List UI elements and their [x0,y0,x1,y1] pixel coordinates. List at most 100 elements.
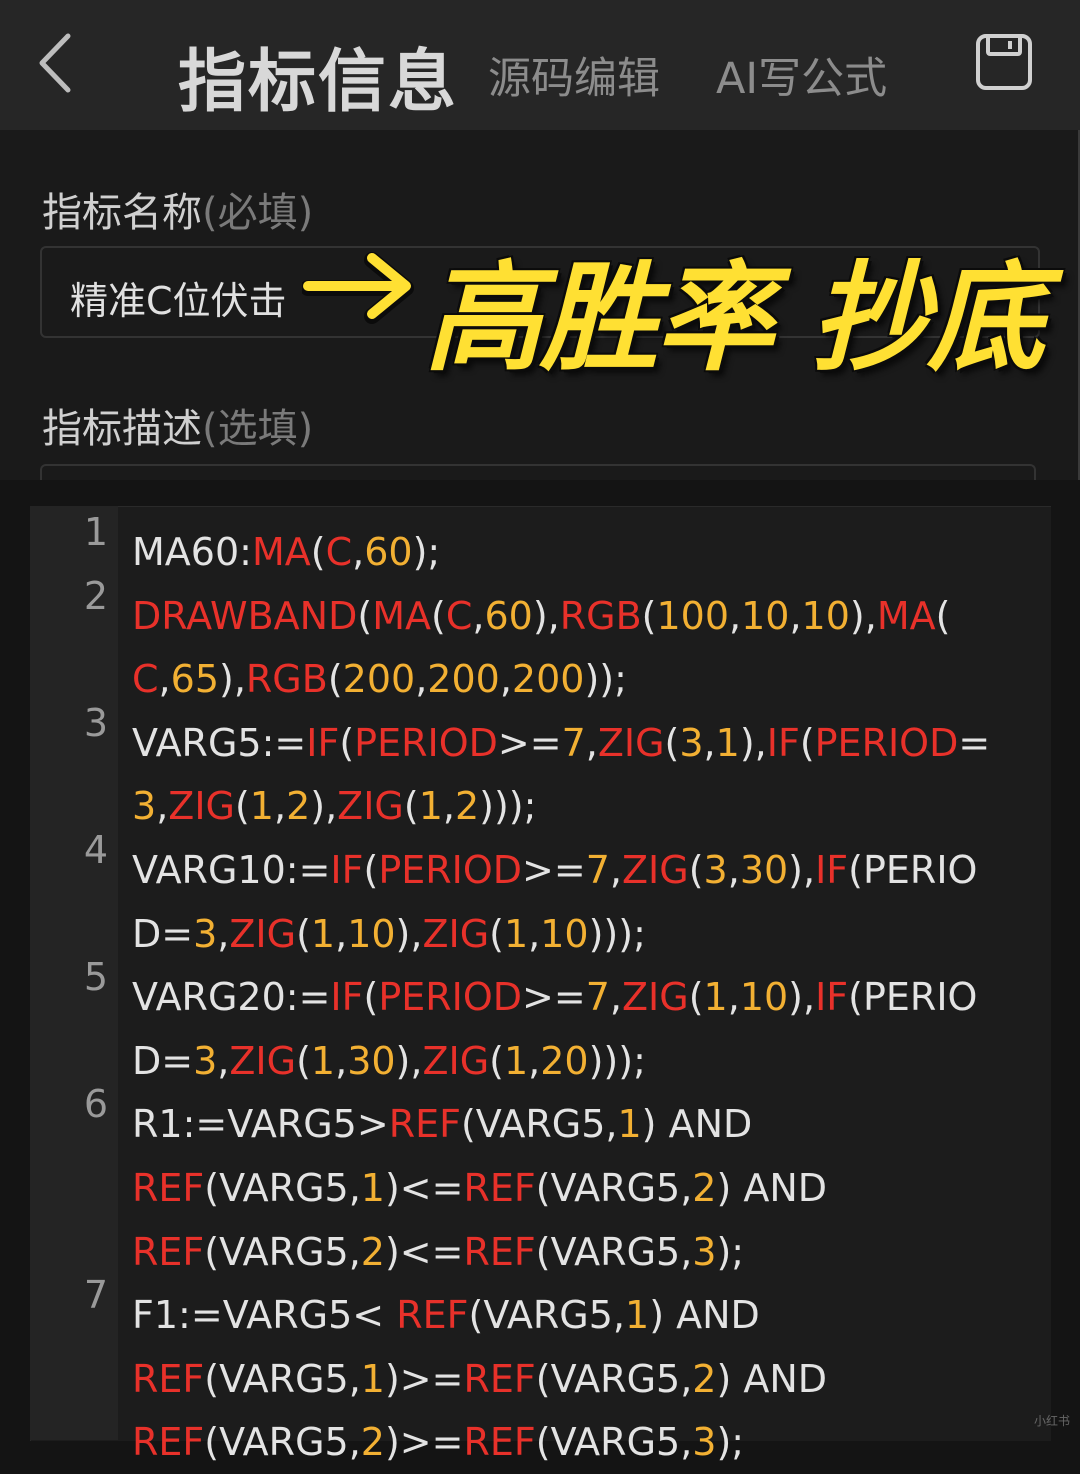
code-token: ( [363,848,379,892]
code-token: VARG5 [219,1229,349,1274]
line-number: 6 [83,1082,108,1127]
name-field-label: 指标名称(必填) [42,180,313,238]
name-label-text: 指标名称 [42,190,202,236]
code-token: , [609,848,623,892]
code-token: ( [327,657,343,702]
code-token: ) [716,1166,744,1210]
code-token: ( [357,593,373,638]
code-token: 7 [585,848,610,892]
code-token: VARG5 [222,1293,353,1338]
code-line[interactable]: REF(VARG5,1)<=REF(VARG5,2) AND [0,1156,1080,1220]
code-token: ) [641,1102,669,1147]
code-token: ))); [588,911,646,956]
code-token: ); [716,1420,745,1465]
code-token: ( [310,530,326,574]
name-required-hint: (必填) [202,190,314,236]
code-text: D=3,ZIG(1,30),ZIG(1,20))); [132,1029,646,1093]
code-token: 3 [679,720,704,765]
code-token: VARG5 [219,1420,349,1465]
line-number: 1 [83,510,108,554]
code-line[interactable]: C,65),RGB(200,200,200)); [0,647,1080,711]
code-token: AND [668,1102,753,1147]
code-token: IF [815,975,849,1020]
code-line[interactable]: REF(VARG5,2)<=REF(VARG5,3); [0,1220,1080,1284]
code-token: > [356,1102,389,1147]
indicator-description-input[interactable] [40,464,1036,480]
code-line[interactable]: D=3,ZIG(1,30),ZIG(1,20))); [0,1029,1080,1093]
code-token: ), [788,848,816,892]
code-token: , [680,1229,693,1274]
code-text: VARG10:=IF(PERIOD>=7,ZIG(3,30),IF(PERIO [132,838,977,902]
code-token: MA60 [132,530,240,574]
code-token: VARG5 [550,1166,681,1210]
code-line[interactable]: 6 R1:=VARG5>REF(VARG5,1) AND [0,1082,1080,1156]
code-token: 200 [511,657,585,702]
code-line[interactable]: REF(VARG5,1)>=REF(VARG5,2) AND [0,1347,1080,1411]
code-token: IF [330,848,364,892]
code-token: , [415,657,428,702]
code-token: REF [463,1356,536,1401]
chevron-left-icon[interactable] [30,28,90,98]
code-token: C [445,593,473,638]
code-token: , [612,1293,626,1338]
tab-source-edit[interactable]: 源码编辑 [488,44,660,106]
code-token: ), [395,1038,423,1083]
code-token: VARG5 [219,1356,349,1401]
code-token: , [729,593,742,638]
code-token: 10 [801,593,850,638]
code-token: : [239,530,252,574]
code-token: := [285,975,331,1020]
code-token: >= [522,975,586,1020]
code-line[interactable]: REF(VARG5,2)>=REF(VARG5,3); [0,1410,1080,1474]
code-token: ), [849,593,877,638]
code-token: 3 [692,1420,717,1465]
code-token: RGB [559,593,642,638]
code-token: 10 [741,593,790,638]
code-token: 1 [418,784,443,829]
code-token: = [958,720,991,765]
line-number: 5 [83,955,108,1000]
code-token: ( [848,975,863,1020]
code-token: REF [463,1420,536,1465]
code-line[interactable]: 5 VARG20:=IF(PERIOD>=7,ZIG(1,10),IF(PERIO [0,955,1080,1029]
code-token: , [352,530,365,574]
code-text: D=3,ZIG(1,10),ZIG(1,10))); [132,902,646,966]
code-token: ( [296,1038,311,1083]
code-line[interactable]: 4 VARG10:=IF(PERIOD>=7,ZIG(3,30),IF(PERIO [0,828,1080,902]
code-token: ( [204,1420,220,1465]
code-line[interactable]: 3,ZIG(1,2),ZIG(1,2))); [0,774,1080,838]
code-text: REF(VARG5,1)<=REF(VARG5,2) AND [132,1156,827,1220]
code-line[interactable]: D=3,ZIG(1,10),ZIG(1,10))); [0,902,1080,966]
code-token: , [348,1229,361,1274]
code-token: , [680,1420,693,1465]
code-token: IF [766,720,800,765]
code-token: , [156,784,169,829]
code-token: VARG10 [132,848,286,892]
code-line[interactable]: 2 DRAWBAND(MA(C,60),RGB(100,10,10),MA( [0,574,1080,648]
code-token: D [132,1038,162,1083]
code-token: ( [935,593,951,638]
code-text: REF(VARG5,1)>=REF(VARG5,2) AND [132,1347,827,1411]
code-token: ( [535,1229,551,1274]
code-token: VARG20 [132,975,286,1020]
code-token: , [609,975,623,1020]
overlay-caption: 高胜率 抄底 [424,249,1045,387]
code-token: , [528,911,541,956]
code-token: , [335,1038,348,1083]
code-line[interactable]: 1 MA60:MA(C,60); [0,510,1080,584]
tab-ai-formula[interactable]: AI写公式 [716,44,887,106]
code-token: := [182,1102,228,1147]
code-token: ( [535,1166,551,1210]
code-token: R1 [132,1102,183,1147]
save-icon[interactable] [974,32,1034,92]
code-line[interactable]: 7 F1:=VARG5< REF(VARG5,1) AND [0,1273,1080,1347]
code-token: , [472,593,485,638]
line-number: 3 [83,700,108,745]
top-bar: 指标信息 源码编辑 AI写公式 [0,0,1080,130]
code-token: 3 [692,1229,717,1274]
code-token: ), [532,593,560,638]
code-token: VARG5 [550,1356,681,1401]
code-token: = [161,1038,194,1083]
code-line[interactable]: 3 VARG5:=IF(PERIOD>=7,ZIG(3,1),IF(PERIOD= [0,701,1080,775]
code-token: VARG5 [219,1166,349,1210]
